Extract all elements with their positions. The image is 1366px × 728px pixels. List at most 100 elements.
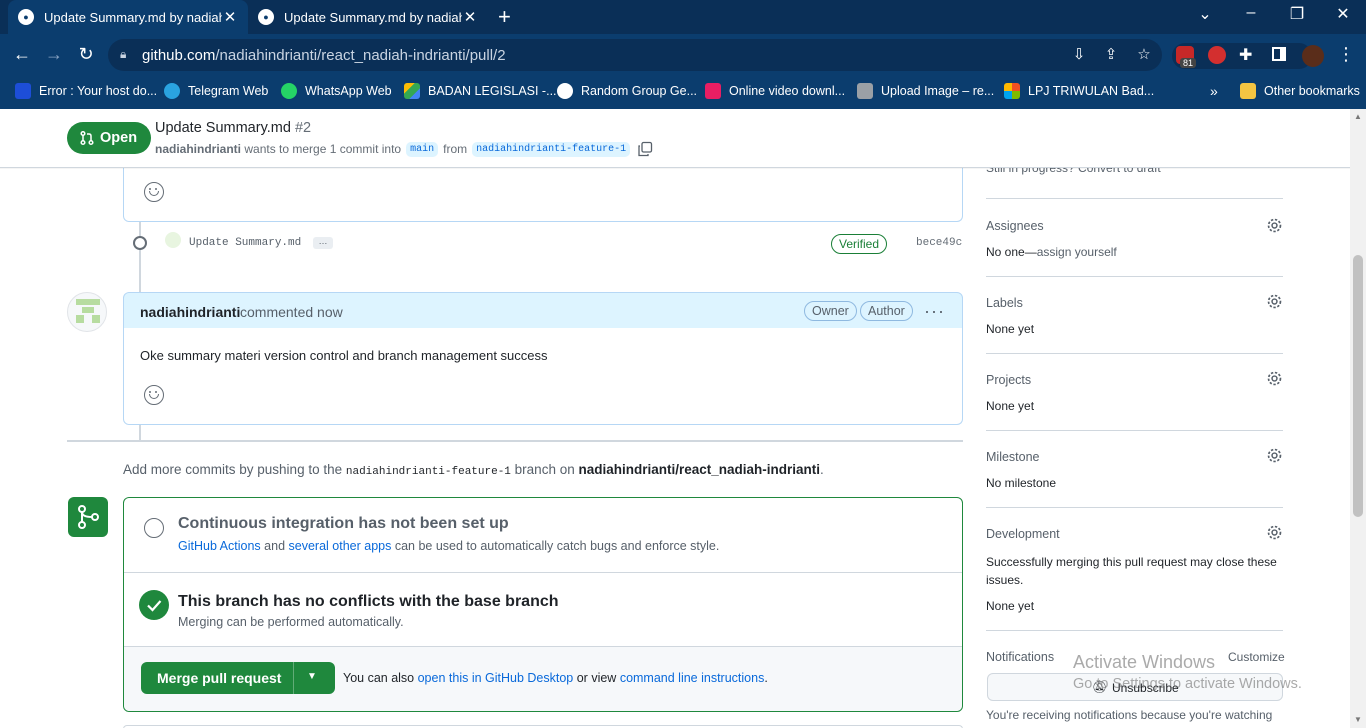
conflict-title: This branch has no conflicts with the ba… xyxy=(178,593,559,610)
merge-options-chevron-icon[interactable]: ▼ xyxy=(307,671,317,682)
scroll-up-arrow-icon[interactable]: ▲ xyxy=(1354,112,1362,121)
back-icon[interactable]: ← xyxy=(11,44,33,65)
copy-icon[interactable] xyxy=(637,141,653,157)
other-apps-link[interactable]: several other apps xyxy=(289,539,392,553)
bookmark-item[interactable]: Error : Your host do... xyxy=(15,82,157,100)
base-branch-label[interactable]: main xyxy=(406,141,439,157)
git-commit-icon xyxy=(133,236,147,250)
timeline-line xyxy=(139,425,141,440)
pr-author-link[interactable]: nadiahindrianti xyxy=(155,142,241,156)
or-view-text: or view xyxy=(576,671,617,685)
commit-expand-button[interactable]: … xyxy=(313,237,333,249)
pr-title: Update Summary.md #2 xyxy=(155,120,311,136)
browser-tab-active[interactable]: ● Update Summary.md by nadiahin ✕ xyxy=(8,0,248,34)
browser-tab[interactable]: ● Update Summary.md by nadiahin ✕ xyxy=(248,0,488,34)
verified-badge[interactable]: Verified xyxy=(831,234,888,254)
pr-state-label: Open xyxy=(100,130,138,146)
bookmark-item[interactable]: Telegram Web xyxy=(164,82,268,100)
github-desktop-link[interactable]: open this in GitHub Desktop xyxy=(418,671,574,685)
check-icon xyxy=(147,600,162,612)
drive-icon xyxy=(404,83,420,99)
bookmark-label: Telegram Web xyxy=(188,84,269,98)
comment-author-link[interactable]: nadiahindrianti xyxy=(140,304,240,320)
pr-meta: nadiahindrianti wants to merge 1 commit … xyxy=(155,141,653,157)
add-reaction-icon[interactable] xyxy=(144,385,164,405)
scrollbar-thumb[interactable] xyxy=(1353,255,1363,517)
conflict-subtitle: Merging can be performed automatically. xyxy=(178,615,404,629)
tab-close-icon[interactable]: ✕ xyxy=(222,8,238,26)
bookmark-item[interactable]: Random Group Ge... xyxy=(557,82,697,100)
close-window-icon[interactable]: ✕ xyxy=(1333,4,1353,24)
microsoft-icon xyxy=(1004,83,1020,99)
git-branch-icon xyxy=(78,505,99,529)
push-hint: Add more commits by pushing to the nadia… xyxy=(123,462,824,478)
comment-timestamp[interactable]: commented now xyxy=(240,304,343,320)
activate-windows-subtext: Go to Settings to activate Windows. xyxy=(1073,676,1302,692)
url-path: /nadiahindrianti/react_nadiah-indrianti/… xyxy=(215,47,506,64)
tab-search-chevron-icon[interactable]: ⌄ xyxy=(1195,4,1215,24)
customize-link[interactable]: Customize xyxy=(1228,650,1285,664)
merge-pull-request-button[interactable]: Merge pull request ▼ xyxy=(141,662,335,694)
merge-alternatives: You can also open this in GitHub Desktop… xyxy=(343,671,768,685)
identicon-image xyxy=(76,299,100,323)
page-scrollbar[interactable]: ▲ ▼ xyxy=(1350,109,1366,728)
github-actions-link[interactable]: GitHub Actions xyxy=(178,539,261,553)
check-circle-icon xyxy=(139,590,169,620)
milestone-section xyxy=(986,431,1283,508)
commit-message-link[interactable]: Update Summary.md xyxy=(189,237,301,249)
adblock-extension-icon[interactable] xyxy=(1208,46,1226,64)
other-bookmarks-label: Other bookmarks xyxy=(1264,84,1360,98)
browser-menu-icon[interactable]: ⋮ xyxy=(1337,44,1355,65)
extension-badge: 81 xyxy=(1180,58,1197,68)
random-group-icon xyxy=(557,83,573,99)
bookmark-star-icon[interactable]: ☆ xyxy=(1134,45,1154,63)
minimize-icon[interactable]: – xyxy=(1241,4,1261,22)
share-icon[interactable]: ⇪ xyxy=(1101,45,1121,63)
upload-image-icon xyxy=(857,83,873,99)
button-divider xyxy=(293,662,294,694)
add-reaction-icon[interactable] xyxy=(144,182,164,202)
github-page: Open Update Summary.md #2 nadiahindriant… xyxy=(0,109,1366,728)
head-branch-label[interactable]: nadiahindrianti-feature-1 xyxy=(472,141,631,157)
comment-text: Oke summary materi version control and b… xyxy=(140,348,548,363)
notifications-heading: Notifications xyxy=(986,650,1055,664)
push-period: . xyxy=(820,462,824,477)
url-text[interactable]: github.com/nadiahindrianti/react_nadiah-… xyxy=(142,47,506,64)
reload-icon[interactable]: ↻ xyxy=(75,44,97,65)
bookmark-item[interactable]: Online video downl... xyxy=(705,82,845,100)
forward-icon[interactable]: → xyxy=(43,44,65,65)
side-panel-icon[interactable] xyxy=(1272,47,1286,61)
lock-icon[interactable]: 🔒︎ xyxy=(120,47,126,62)
ci-rest: can be used to automatically catch bugs … xyxy=(394,539,720,553)
pr-state-badge: Open xyxy=(67,122,152,154)
restore-icon[interactable]: ❐ xyxy=(1287,4,1307,24)
tab-close-icon[interactable]: ✕ xyxy=(462,8,478,26)
commit-author-avatar[interactable] xyxy=(165,232,181,248)
url-host: github.com xyxy=(142,47,216,64)
bookmark-label: WhatsApp Web xyxy=(305,84,392,98)
scroll-down-arrow-icon[interactable]: ▼ xyxy=(1354,715,1362,724)
tab-title: Update Summary.md by nadiahin xyxy=(44,9,222,25)
profile-avatar[interactable] xyxy=(1302,45,1324,67)
bookmark-item[interactable]: Upload Image – re... xyxy=(857,82,994,100)
timeline-end-divider xyxy=(67,440,963,442)
comment-options-icon[interactable]: ··· xyxy=(924,301,945,322)
avatar[interactable] xyxy=(67,292,107,332)
folder-icon xyxy=(1240,83,1256,99)
bookmarks-overflow-chevron[interactable]: » xyxy=(1210,82,1218,100)
push-repo-link[interactable]: nadiahindrianti/react_nadiah-indrianti xyxy=(578,462,820,477)
period: . xyxy=(764,671,768,685)
author-badge: Author xyxy=(860,301,913,321)
other-bookmarks-folder[interactable]: Other bookmarks xyxy=(1240,82,1360,100)
bookmark-item[interactable]: BADAN LEGISLASI -... xyxy=(404,82,557,100)
commit-sha-link[interactable]: bece49c xyxy=(916,237,962,249)
command-line-link[interactable]: command line instructions xyxy=(620,671,765,685)
projects-section xyxy=(986,354,1283,431)
install-app-icon[interactable]: ⇩ xyxy=(1069,45,1089,63)
pr-sticky-header: Open Update Summary.md #2 nadiahindriant… xyxy=(0,109,1350,168)
new-tab-icon[interactable]: + xyxy=(498,6,511,28)
bookmark-item[interactable]: WhatsApp Web xyxy=(281,82,392,100)
bookmark-label: Online video downl... xyxy=(729,84,846,98)
bookmark-item[interactable]: LPJ TRIWULAN Bad... xyxy=(1004,82,1154,100)
extensions-puzzle-icon[interactable]: ✚ xyxy=(1239,45,1252,65)
